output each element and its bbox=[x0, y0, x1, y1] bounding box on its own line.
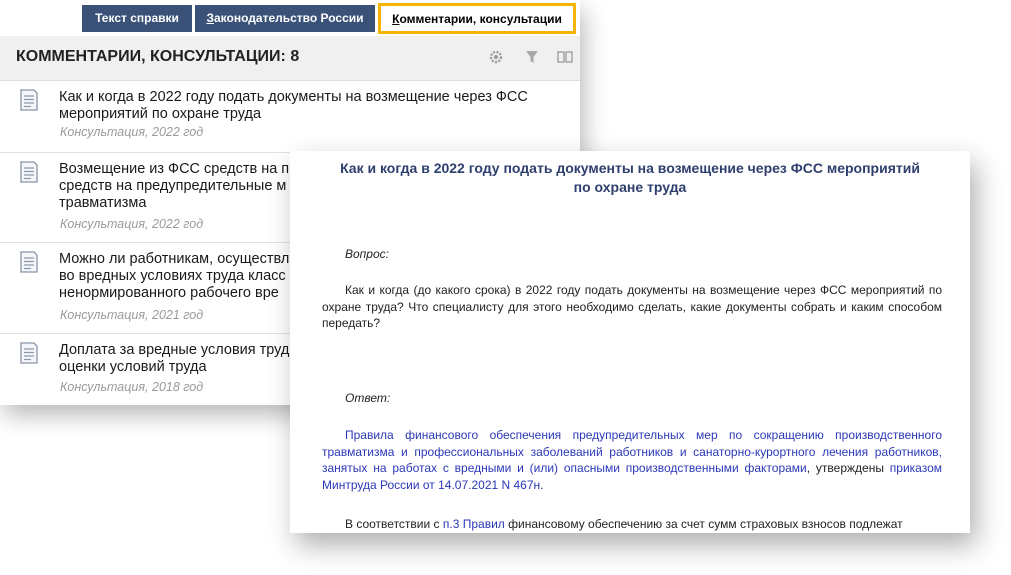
tab-comments-consultations[interactable]: Комментарии, консультации bbox=[378, 3, 576, 34]
page-title: КОММЕНТАРИИ, КОНСУЛЬТАЦИИ: 8 bbox=[16, 48, 300, 65]
tab-label-rest: аконодательство России bbox=[214, 11, 364, 25]
document-icon bbox=[18, 159, 40, 185]
list-item-title: Как и когда в 2022 году подать документы… bbox=[59, 89, 528, 122]
question-text: Как и когда (до какого срока) в 2022 год… bbox=[322, 283, 942, 330]
document-icon bbox=[18, 340, 40, 366]
list-item-subtitle: Консультация, 2018 год bbox=[60, 380, 204, 394]
tab-hotkey-char: З bbox=[206, 11, 214, 25]
list-header: КОММЕНТАРИИ, КОНСУЛЬТАЦИИ: 8 bbox=[0, 36, 580, 81]
answer-text: , утверждены bbox=[806, 461, 890, 475]
document-icon bbox=[18, 87, 40, 113]
answer-end: . bbox=[540, 477, 544, 492]
p2-start: В соответствии с bbox=[345, 517, 443, 531]
paragraph-2: В соответствии с п.3 Правил финансовому … bbox=[322, 516, 942, 533]
tab-russian-legislation[interactable]: Законодательство России bbox=[195, 5, 375, 32]
gear-icon[interactable] bbox=[488, 50, 504, 66]
tab-label-rest: омментарии, консультации bbox=[399, 12, 562, 26]
answer-label: Ответ: bbox=[345, 391, 391, 405]
tab-help-text[interactable]: Текст справки bbox=[82, 5, 192, 32]
document-icon bbox=[18, 249, 40, 275]
book-icon[interactable] bbox=[557, 50, 573, 66]
question-label: Вопрос: bbox=[345, 247, 389, 261]
list-item-subtitle: Консультация, 2022 год bbox=[60, 125, 204, 139]
list-item-subtitle: Консультация, 2022 год bbox=[60, 217, 204, 231]
rules-clause-link[interactable]: п.3 Правил bbox=[443, 517, 505, 531]
list-item[interactable]: Как и когда в 2022 году подать документы… bbox=[0, 81, 580, 153]
filter-icon[interactable] bbox=[524, 50, 540, 66]
answer-paragraph: Правила финансового обеспечения предупре… bbox=[322, 427, 942, 493]
p2-rest: финансовому обеспечению за счет сумм стр… bbox=[504, 517, 903, 531]
document-viewer: Как и когда в 2022 году подать документы… bbox=[290, 151, 970, 533]
list-item-subtitle: Консультация, 2021 год bbox=[60, 308, 204, 322]
tab-bar: Текст справки Законодательство России Ко… bbox=[0, 0, 580, 36]
document-title: Как и когда в 2022 году подать документы… bbox=[340, 160, 920, 195]
